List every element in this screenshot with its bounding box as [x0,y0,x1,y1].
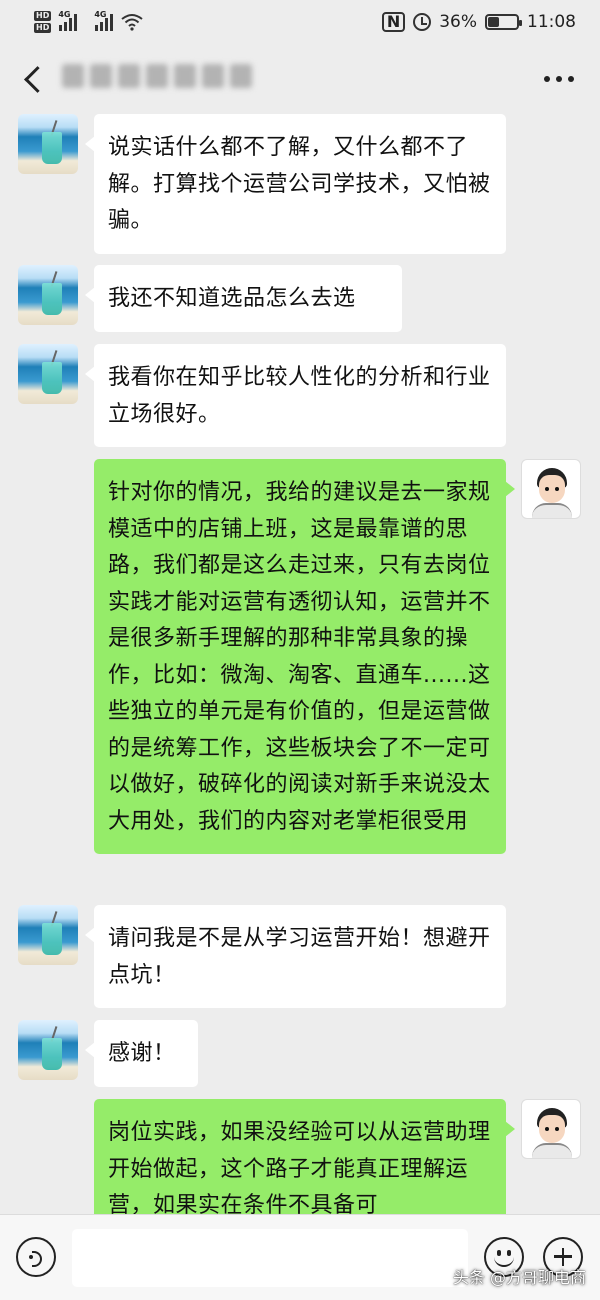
message-bubble-incoming[interactable]: 我看你在知乎比较人性化的分析和行业立场很好。 [85,344,506,447]
wifi-icon [121,14,143,31]
contact-avatar[interactable] [18,905,78,965]
voice-icon[interactable] [16,1237,56,1277]
hd-icon-1: HD [34,11,52,21]
message-bubble-incoming[interactable]: 感谢！ [85,1020,198,1087]
contact-avatar[interactable] [18,1020,78,1080]
nfc-icon: N [381,12,406,32]
contact-avatar[interactable] [18,344,78,404]
watermark: 头条 @方哥聊电商 [452,1268,586,1287]
contact-avatar[interactable] [18,114,78,174]
message-bubble-incoming[interactable]: 我还不知道选品怎么去选 [85,265,402,332]
contact-avatar[interactable] [18,265,78,325]
clock: 11:08 [527,12,576,32]
status-bar: HD HD 4G 4G N 36% 11:08 [0,0,600,44]
message-input[interactable] [72,1229,468,1287]
battery-percent: 36% [439,12,477,32]
my-avatar[interactable] [521,459,581,519]
my-avatar[interactable] [521,1099,581,1159]
chat-message-list[interactable]: 说实话什么都不了解，又什么都不了解。打算找个运营公司学技术，又怕被骗。 我还不知… [0,114,600,1214]
back-button[interactable] [18,62,48,96]
hd-indicator: HD HD [34,11,52,33]
chat-title-blurred [62,64,252,88]
signal-icon-2: 4G [94,10,114,31]
alarm-icon [413,13,432,31]
signal-icon-1: 4G [58,10,78,31]
message-bubble-outgoing[interactable]: 针对你的情况，我给的建议是去一家规模适中的店铺上班，这是最靠谱的思路，我们都是这… [94,459,515,854]
more-options-button[interactable] [544,76,574,82]
message-bubble-incoming[interactable]: 请问我是不是从学习运营开始！想避开点坑！ [85,905,506,1008]
battery-icon [485,14,522,30]
message-bubble-outgoing[interactable]: 岗位实践，如果没经验可以从运营助理开始做起，这个路子才能真正理解运营，如果实在条… [94,1099,515,1214]
hd-icon-2: HD [34,23,52,33]
chat-header [0,44,600,114]
message-bubble-incoming[interactable]: 说实话什么都不了解，又什么都不了解。打算找个运营公司学技术，又怕被骗。 [85,114,506,254]
